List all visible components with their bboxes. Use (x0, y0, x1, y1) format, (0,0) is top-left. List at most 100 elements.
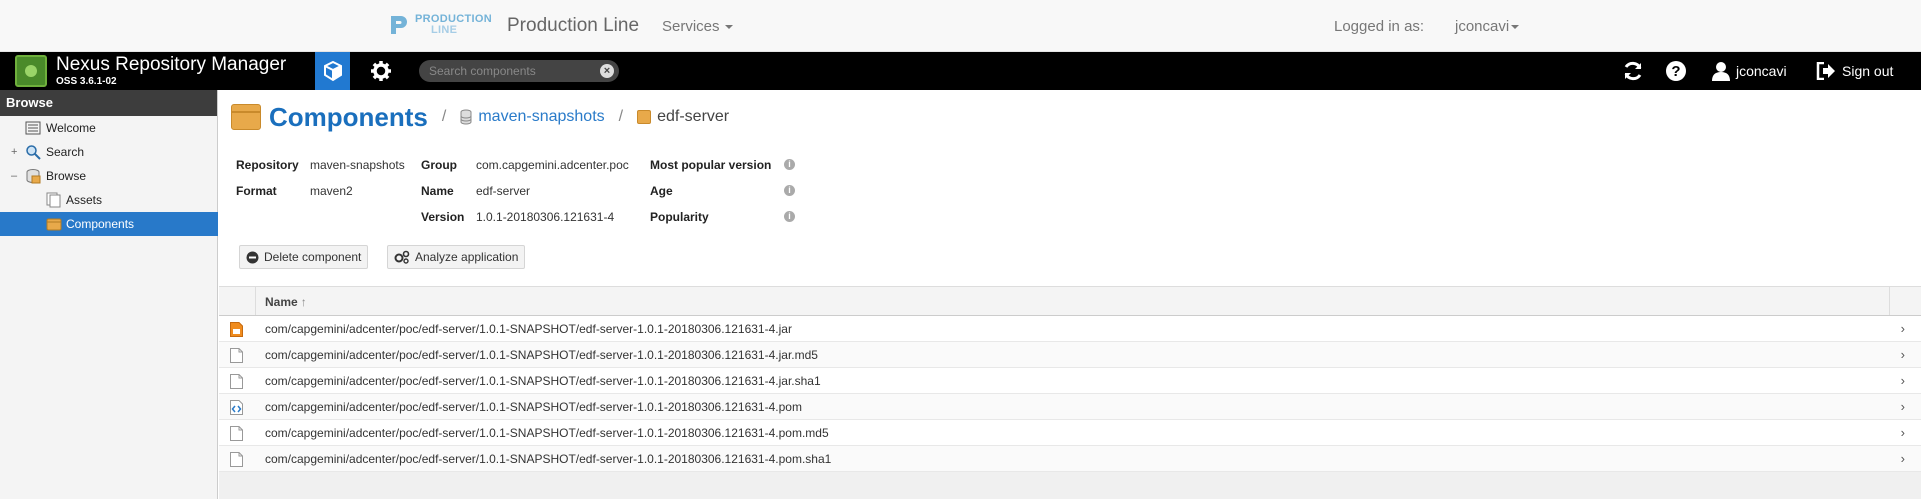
chevron-right-icon: › (1900, 347, 1905, 362)
chevron-right-icon: › (1900, 451, 1905, 466)
sidebar-item-welcome[interactable]: Welcome (0, 116, 218, 140)
chevron-right-icon: › (1900, 399, 1905, 414)
nexus-logo-icon[interactable] (15, 55, 47, 87)
production-line-bar: PRODUCTION LINE Production Line Services… (0, 0, 1921, 52)
search-box: × (419, 60, 619, 82)
breadcrumb: Components / maven-snapshots / edf-serve… (231, 102, 729, 132)
analyze-application-button[interactable]: Analyze application (387, 245, 526, 269)
sidebar-heading: Browse (0, 90, 217, 116)
breadcrumb-separator: / (441, 108, 447, 125)
asset-name: com/capgemini/adcenter/poc/edf-server/1.… (265, 373, 821, 388)
production-line-logo-icon (391, 16, 407, 34)
chevron-right-icon: › (1900, 425, 1905, 440)
gears-icon (394, 250, 410, 264)
welcome-icon (25, 121, 41, 135)
age-label: Age (650, 184, 673, 198)
sidebar-item-label: Search (46, 145, 85, 159)
delete-component-label: Delete component (264, 250, 362, 264)
file-icon (230, 452, 243, 467)
user-icon (1712, 62, 1730, 81)
file-icon (230, 426, 243, 441)
table-row[interactable]: com/capgemini/adcenter/poc/edf-server/1.… (219, 394, 1921, 420)
sidebar: Browse Welcome + Search – Browse Assets (0, 90, 218, 499)
sidebar-item-search[interactable]: + Search (0, 140, 218, 164)
file-icon (230, 348, 243, 363)
repository-value: maven-snapshots (310, 158, 405, 172)
clear-search-icon[interactable]: × (600, 64, 614, 78)
logo-text-line2: LINE (431, 24, 458, 36)
component-icon (637, 110, 652, 124)
components-icon (46, 218, 62, 231)
collapse-icon[interactable]: – (11, 170, 17, 182)
assets-grid-header: Name ↑ (219, 286, 1921, 316)
table-row[interactable]: com/capgemini/adcenter/poc/edf-server/1.… (219, 316, 1921, 342)
column-header-name[interactable]: Name ↑ (265, 295, 307, 309)
asset-name: com/capgemini/adcenter/poc/edf-server/1.… (265, 451, 832, 466)
column-header-label: Name (265, 295, 298, 309)
production-line-logo[interactable]: PRODUCTION LINE (388, 13, 492, 37)
search-input[interactable] (429, 64, 594, 78)
sign-out-button[interactable]: Sign out (1816, 52, 1893, 90)
nexus-header: Nexus Repository Manager OSS 3.6.1-02 × (0, 52, 1921, 90)
asset-name: com/capgemini/adcenter/poc/edf-server/1.… (265, 347, 818, 362)
production-line-title: Production Line (507, 15, 640, 36)
services-label: Services (662, 18, 720, 35)
user-account-button[interactable]: jconcavi (1712, 52, 1787, 90)
logged-in-label: Logged in as: (1334, 18, 1425, 35)
group-value: com.capgemini.adcenter.poc (476, 158, 629, 172)
table-row[interactable]: com/capgemini/adcenter/poc/edf-server/1.… (219, 420, 1921, 446)
browse-mode-button[interactable] (315, 52, 350, 90)
components-icon (231, 104, 261, 130)
asset-name: com/capgemini/adcenter/poc/edf-server/1.… (265, 321, 792, 336)
format-label: Format (236, 184, 277, 198)
sidebar-item-label: Welcome (46, 121, 96, 135)
version-label: Version (421, 210, 465, 224)
breadcrumb-separator: / (618, 108, 624, 125)
info-icon[interactable]: i (784, 211, 795, 222)
version-value: 1.0.1-20180306.121631-4 (476, 210, 615, 224)
repository-icon (460, 109, 472, 125)
repository-label: Repository (236, 158, 299, 172)
refresh-button[interactable] (1622, 52, 1644, 90)
sidebar-item-assets[interactable]: Assets (0, 188, 218, 212)
delete-component-button[interactable]: Delete component (239, 245, 369, 269)
popularity-label: Popularity (650, 210, 709, 224)
table-row[interactable]: com/capgemini/adcenter/poc/edf-server/1.… (219, 368, 1921, 394)
sidebar-item-browse[interactable]: – Browse (0, 164, 218, 188)
sidebar-item-components[interactable]: Components (0, 212, 218, 236)
search-icon (26, 145, 41, 160)
app-title: Nexus Repository Manager (56, 54, 287, 75)
chevron-right-icon: › (1900, 373, 1905, 388)
sidebar-item-label: Browse (46, 169, 87, 183)
breadcrumb-component: edf-server (657, 108, 730, 125)
breadcrumb-repository[interactable]: maven-snapshots (478, 108, 604, 126)
asset-name: com/capgemini/adcenter/poc/edf-server/1.… (265, 399, 802, 414)
format-value: maven2 (310, 184, 353, 198)
chevron-right-icon: › (1900, 321, 1905, 336)
analyze-application-label: Analyze application (415, 250, 519, 264)
table-row[interactable]: com/capgemini/adcenter/poc/edf-server/1.… (219, 342, 1921, 368)
admin-mode-button[interactable] (365, 52, 397, 90)
caret-down-icon (724, 25, 733, 30)
caret-down-icon (1511, 25, 1520, 30)
expand-icon[interactable]: + (11, 146, 17, 158)
sort-ascending-icon: ↑ (300, 295, 307, 309)
name-label: Name (421, 184, 454, 198)
most-popular-version-label: Most popular version (650, 158, 772, 172)
breadcrumb-components[interactable]: Components (269, 102, 428, 133)
services-menu[interactable]: Services (662, 18, 733, 35)
app-version: OSS 3.6.1-02 (56, 76, 117, 87)
assets-icon (46, 192, 61, 208)
help-button[interactable]: ? (1666, 52, 1686, 90)
info-icon[interactable]: i (784, 159, 795, 170)
name-value: edf-server (476, 184, 531, 198)
browse-icon (26, 169, 41, 184)
user-menu[interactable]: jconcavi (1455, 18, 1520, 35)
info-icon[interactable]: i (784, 185, 795, 196)
asset-name: com/capgemini/adcenter/poc/edf-server/1.… (265, 425, 829, 440)
file-icon (230, 374, 243, 389)
help-icon: ? (1666, 61, 1686, 81)
group-label: Group (421, 158, 457, 172)
table-row[interactable]: com/capgemini/adcenter/poc/edf-server/1.… (219, 446, 1921, 472)
sign-out-label: Sign out (1842, 63, 1894, 79)
